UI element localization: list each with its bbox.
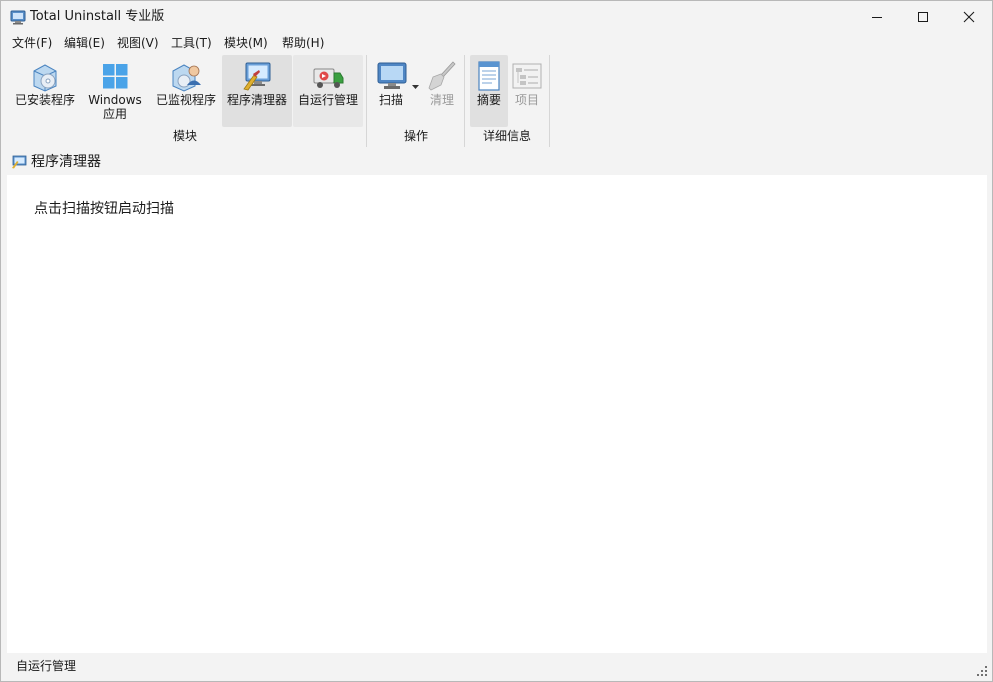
installed-programs-label: 已安装程序 <box>14 93 75 107</box>
items-icon <box>512 63 542 89</box>
windows-apps-icon <box>103 64 128 89</box>
items-label: 项目 <box>514 93 539 107</box>
monitored-programs-label: 已监视程序 <box>155 93 216 107</box>
scan-dropdown-icon[interactable] <box>412 85 419 89</box>
menu-bar: 文件(F) 编辑(E) 视图(V) 工具(T) 模块(M) 帮助(H) <box>1 33 992 53</box>
close-button[interactable] <box>946 1 992 33</box>
scan-label: 扫描 <box>378 93 403 107</box>
group-separator <box>366 55 367 147</box>
group-separator <box>464 55 465 147</box>
installed-programs-icon <box>33 64 57 92</box>
group-label-modules: 模块 <box>172 129 197 143</box>
scan-hint-text: 点击扫描按钮启动扫描 <box>34 201 174 217</box>
scan-icon <box>377 62 407 89</box>
maximize-icon <box>918 12 928 22</box>
minimize-icon <box>872 17 882 18</box>
app-icon <box>10 10 26 25</box>
content-area: 点击扫描按钮启动扫描 <box>7 175 987 653</box>
status-text: 自运行管理 <box>16 659 77 673</box>
window-title: Total Uninstall 专业版 <box>30 9 165 24</box>
menu-help[interactable]: 帮助(H) <box>282 35 324 51</box>
autorun-manager-button[interactable]: 自运行管理 <box>293 55 363 127</box>
status-bar: 自运行管理 <box>1 653 992 681</box>
menu-edit[interactable]: 编辑(E) <box>64 35 105 51</box>
summary-label: 摘要 <box>476 93 501 107</box>
summary-button[interactable]: 摘要 <box>470 55 508 127</box>
clean-broom-icon <box>428 61 456 91</box>
panel-title: 程序清理器 <box>31 154 101 170</box>
menu-modules[interactable]: 模块(M) <box>224 35 268 51</box>
summary-icon <box>478 61 500 91</box>
menu-tools[interactable]: 工具(T) <box>171 35 212 51</box>
close-icon <box>963 11 975 23</box>
program-cleaner-button[interactable]: 程序清理器 <box>222 55 292 127</box>
program-cleaner-small-icon <box>12 155 27 169</box>
app-window: Total Uninstall 专业版 文件(F) 编辑(E) 视图(V) 工具… <box>0 0 993 682</box>
monitored-programs-icon <box>172 64 201 92</box>
group-separator <box>549 55 550 147</box>
menu-view[interactable]: 视图(V) <box>117 35 159 51</box>
clean-button[interactable]: 清理 <box>422 55 462 127</box>
clean-label: 清理 <box>429 93 454 107</box>
menu-file[interactable]: 文件(F) <box>12 35 52 51</box>
autorun-manager-icon <box>313 68 344 88</box>
group-label-details: 详细信息 <box>482 129 531 143</box>
scan-button[interactable]: 扫描 <box>370 55 422 127</box>
minimize-button[interactable] <box>854 1 900 33</box>
group-label-actions: 操作 <box>403 129 428 143</box>
windows-apps-button[interactable]: Windows 应用 <box>81 55 149 127</box>
ribbon: 已安装程序 Windows 应用 已监视程序 程序清理器 自运行管理 模块 扫描… <box>1 53 992 149</box>
panel-header: 程序清理器 <box>1 149 992 175</box>
monitored-programs-button[interactable]: 已监视程序 <box>151 55 221 127</box>
maximize-button[interactable] <box>900 1 946 33</box>
items-button[interactable]: 项目 <box>508 55 546 127</box>
resize-grip-icon[interactable] <box>976 665 988 677</box>
program-cleaner-label: 程序清理器 <box>226 93 287 107</box>
title-bar: Total Uninstall 专业版 <box>1 1 992 33</box>
installed-programs-button[interactable]: 已安装程序 <box>9 55 81 127</box>
windows-apps-label: Windows 应用 <box>88 93 142 121</box>
program-cleaner-icon <box>243 62 271 91</box>
autorun-manager-label: 自运行管理 <box>297 93 358 107</box>
